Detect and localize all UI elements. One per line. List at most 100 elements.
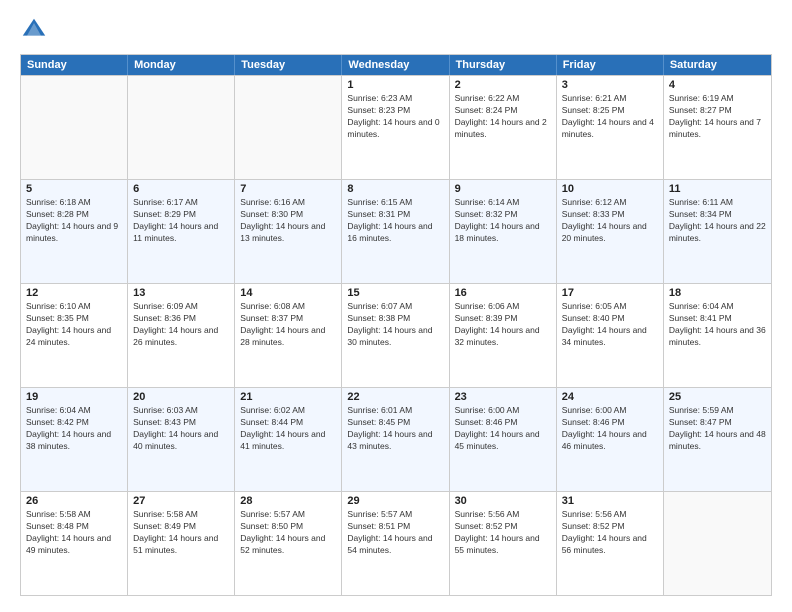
calendar-cell: 10Sunrise: 6:12 AMSunset: 8:33 PMDayligh… [557,180,664,283]
day-number: 20 [133,391,229,403]
day-number: 23 [455,391,551,403]
day-number: 10 [562,183,658,195]
header [20,16,772,44]
day-number: 21 [240,391,336,403]
day-info: Sunrise: 6:06 AMSunset: 8:39 PMDaylight:… [455,301,551,349]
day-number: 25 [669,391,766,403]
day-info: Sunrise: 5:57 AMSunset: 8:50 PMDaylight:… [240,509,336,557]
day-number: 8 [347,183,443,195]
calendar-cell: 7Sunrise: 6:16 AMSunset: 8:30 PMDaylight… [235,180,342,283]
calendar-cell: 18Sunrise: 6:04 AMSunset: 8:41 PMDayligh… [664,284,771,387]
calendar-header-cell: Saturday [664,55,771,75]
day-number: 22 [347,391,443,403]
calendar-cell: 15 Sunrise: 6:07 AMSunset: 8:38 PMDayligh… [342,284,449,387]
calendar-cell [664,492,771,595]
calendar: SundayMondayTuesdayWednesdayThursdayFrid… [20,54,772,596]
calendar-cell: 11 Sunrise: 6:11 AMSunset: 8:34 PMDayligh… [664,180,771,283]
day-number: 29 [347,495,443,507]
day-info: Sunrise: 6:07 AMSunset: 8:38 PMDaylight:… [347,301,443,349]
calendar-cell: 23 Sunrise: 6:00 AMSunset: 8:46 PMDayligh… [450,388,557,491]
calendar-cell: 28 Sunrise: 5:57 AMSunset: 8:50 PMDayligh… [235,492,342,595]
calendar-cell: 2Sunrise: 6:22 AMSunset: 8:24 PMDaylight… [450,76,557,179]
day-number: 27 [133,495,229,507]
calendar-cell: 29 Sunrise: 5:57 AMSunset: 8:51 PMDayligh… [342,492,449,595]
day-info: Sunrise: 6:09 AMSunset: 8:36 PMDaylight:… [133,301,229,349]
calendar-cell: 13 Sunrise: 6:09 AMSunset: 8:36 PMDayligh… [128,284,235,387]
logo [20,16,52,44]
day-number: 17 [562,287,658,299]
day-number: 18 [669,287,766,299]
day-number: 14 [240,287,336,299]
day-number: 15 [347,287,443,299]
day-info: Sunrise: 6:02 AMSunset: 8:44 PMDaylight:… [240,405,336,453]
day-number: 4 [669,79,766,91]
day-number: 6 [133,183,229,195]
day-info: Sunrise: 6:01 AMSunset: 8:45 PMDaylight:… [347,405,443,453]
day-info: Sunrise: 5:56 AMSunset: 8:52 PMDaylight:… [562,509,658,557]
day-info: Sunrise: 6:04 AMSunset: 8:42 PMDaylight:… [26,405,122,453]
day-info: Sunrise: 6:11 AMSunset: 8:34 PMDaylight:… [669,197,766,245]
day-number: 13 [133,287,229,299]
day-number: 5 [26,183,122,195]
day-info: Sunrise: 5:58 AMSunset: 8:48 PMDaylight:… [26,509,122,557]
day-info: Sunrise: 6:00 AMSunset: 8:46 PMDaylight:… [455,405,551,453]
calendar-cell: 19 Sunrise: 6:04 AMSunset: 8:42 PMDayligh… [21,388,128,491]
day-info: Sunrise: 6:10 AMSunset: 8:35 PMDaylight:… [26,301,122,349]
calendar-cell: 12 Sunrise: 6:10 AMSunset: 8:35 PMDayligh… [21,284,128,387]
day-number: 26 [26,495,122,507]
day-info: Sunrise: 6:05 AMSunset: 8:40 PMDaylight:… [562,301,658,349]
calendar-header-cell: Monday [128,55,235,75]
calendar-header: SundayMondayTuesdayWednesdayThursdayFrid… [21,55,771,75]
logo-icon [20,16,48,44]
day-number: 11 [669,183,766,195]
calendar-row: 1 Sunrise: 6:23 AMSunset: 8:23 PMDaylight… [21,75,771,179]
day-info: Sunrise: 5:56 AMSunset: 8:52 PMDaylight:… [455,509,551,557]
day-info: Sunrise: 5:59 AMSunset: 8:47 PMDaylight:… [669,405,766,453]
calendar-row: 5Sunrise: 6:18 AMSunset: 8:28 PMDaylight… [21,179,771,283]
day-info: Sunrise: 6:15 AMSunset: 8:31 PMDaylight:… [347,197,443,245]
day-info: Sunrise: 6:19 AMSunset: 8:27 PMDaylight:… [669,93,766,141]
day-info: Sunrise: 5:57 AMSunset: 8:51 PMDaylight:… [347,509,443,557]
calendar-row: 19 Sunrise: 6:04 AMSunset: 8:42 PMDayligh… [21,387,771,491]
day-number: 16 [455,287,551,299]
calendar-cell: 24 Sunrise: 6:00 AMSunset: 8:46 PMDayligh… [557,388,664,491]
calendar-cell: 4 Sunrise: 6:19 AMSunset: 8:27 PMDaylight… [664,76,771,179]
calendar-cell [235,76,342,179]
calendar-cell: 30 Sunrise: 5:56 AMSunset: 8:52 PMDayligh… [450,492,557,595]
day-info: Sunrise: 6:23 AMSunset: 8:23 PMDaylight:… [347,93,443,141]
day-info: Sunrise: 6:16 AMSunset: 8:30 PMDaylight:… [240,197,336,245]
day-number: 28 [240,495,336,507]
day-number: 12 [26,287,122,299]
day-info: Sunrise: 6:08 AMSunset: 8:37 PMDaylight:… [240,301,336,349]
calendar-cell: 14 Sunrise: 6:08 AMSunset: 8:37 PMDayligh… [235,284,342,387]
calendar-cell: 26 Sunrise: 5:58 AMSunset: 8:48 PMDayligh… [21,492,128,595]
calendar-header-cell: Wednesday [342,55,449,75]
calendar-cell [128,76,235,179]
calendar-cell: 20 Sunrise: 6:03 AMSunset: 8:43 PMDayligh… [128,388,235,491]
day-info: Sunrise: 6:17 AMSunset: 8:29 PMDaylight:… [133,197,229,245]
day-number: 24 [562,391,658,403]
day-info: Sunrise: 5:58 AMSunset: 8:49 PMDaylight:… [133,509,229,557]
calendar-header-cell: Friday [557,55,664,75]
calendar-header-cell: Sunday [21,55,128,75]
calendar-header-cell: Thursday [450,55,557,75]
day-info: Sunrise: 6:21 AMSunset: 8:25 PMDaylight:… [562,93,658,141]
calendar-cell: 8 Sunrise: 6:15 AMSunset: 8:31 PMDaylight… [342,180,449,283]
day-info: Sunrise: 6:14 AMSunset: 8:32 PMDaylight:… [455,197,551,245]
calendar-cell: 27 Sunrise: 5:58 AMSunset: 8:49 PMDayligh… [128,492,235,595]
day-number: 2 [455,79,551,91]
day-number: 30 [455,495,551,507]
calendar-cell: 21 Sunrise: 6:02 AMSunset: 8:44 PMDayligh… [235,388,342,491]
day-number: 3 [562,79,658,91]
day-number: 9 [455,183,551,195]
calendar-header-cell: Tuesday [235,55,342,75]
calendar-cell: 25 Sunrise: 5:59 AMSunset: 8:47 PMDayligh… [664,388,771,491]
day-number: 31 [562,495,658,507]
calendar-cell: 6 Sunrise: 6:17 AMSunset: 8:29 PMDaylight… [128,180,235,283]
day-number: 19 [26,391,122,403]
day-info: Sunrise: 6:03 AMSunset: 8:43 PMDaylight:… [133,405,229,453]
calendar-cell: 17 Sunrise: 6:05 AMSunset: 8:40 PMDayligh… [557,284,664,387]
calendar-cell: 9 Sunrise: 6:14 AMSunset: 8:32 PMDaylight… [450,180,557,283]
day-info: Sunrise: 6:00 AMSunset: 8:46 PMDaylight:… [562,405,658,453]
day-number: 1 [347,79,443,91]
